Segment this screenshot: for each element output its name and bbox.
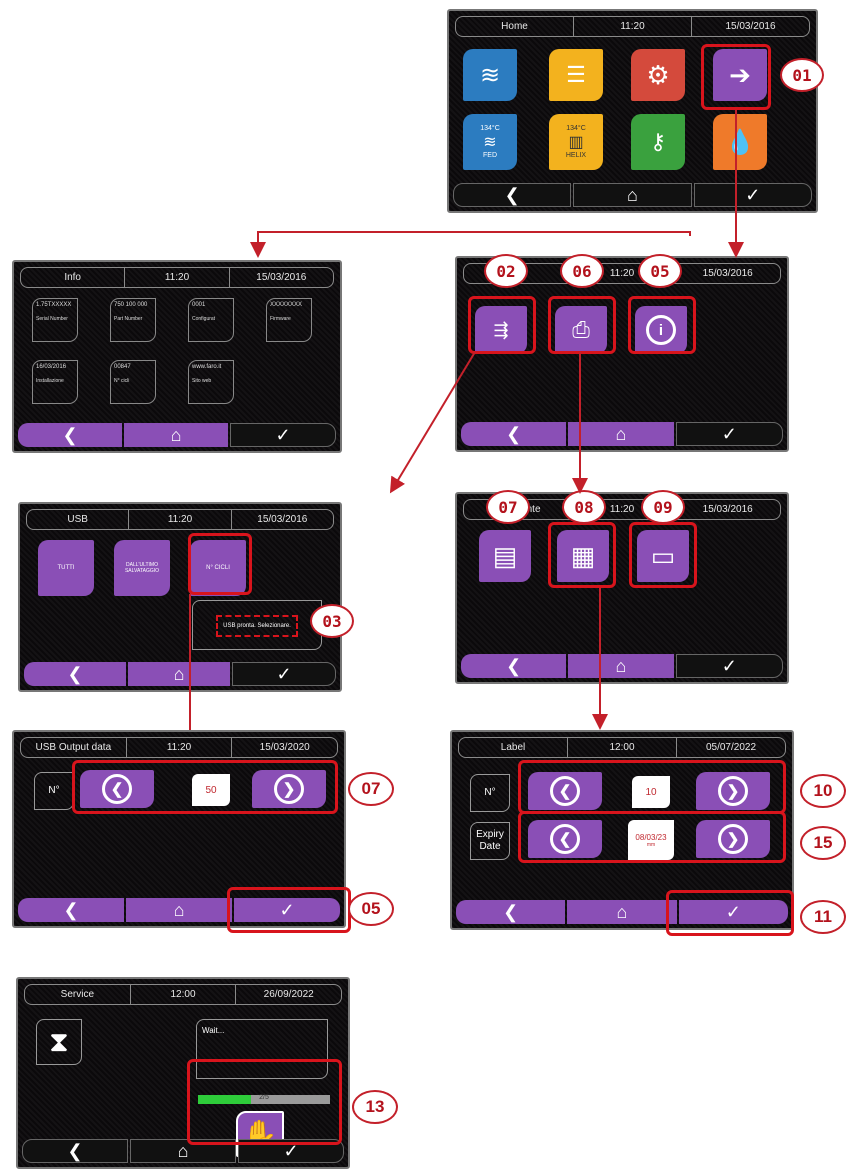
arrow-info-to-info-screen (250, 231, 691, 258)
arrow-usb-to-usb-screen (389, 351, 476, 494)
flow-arrows (189, 110, 744, 730)
